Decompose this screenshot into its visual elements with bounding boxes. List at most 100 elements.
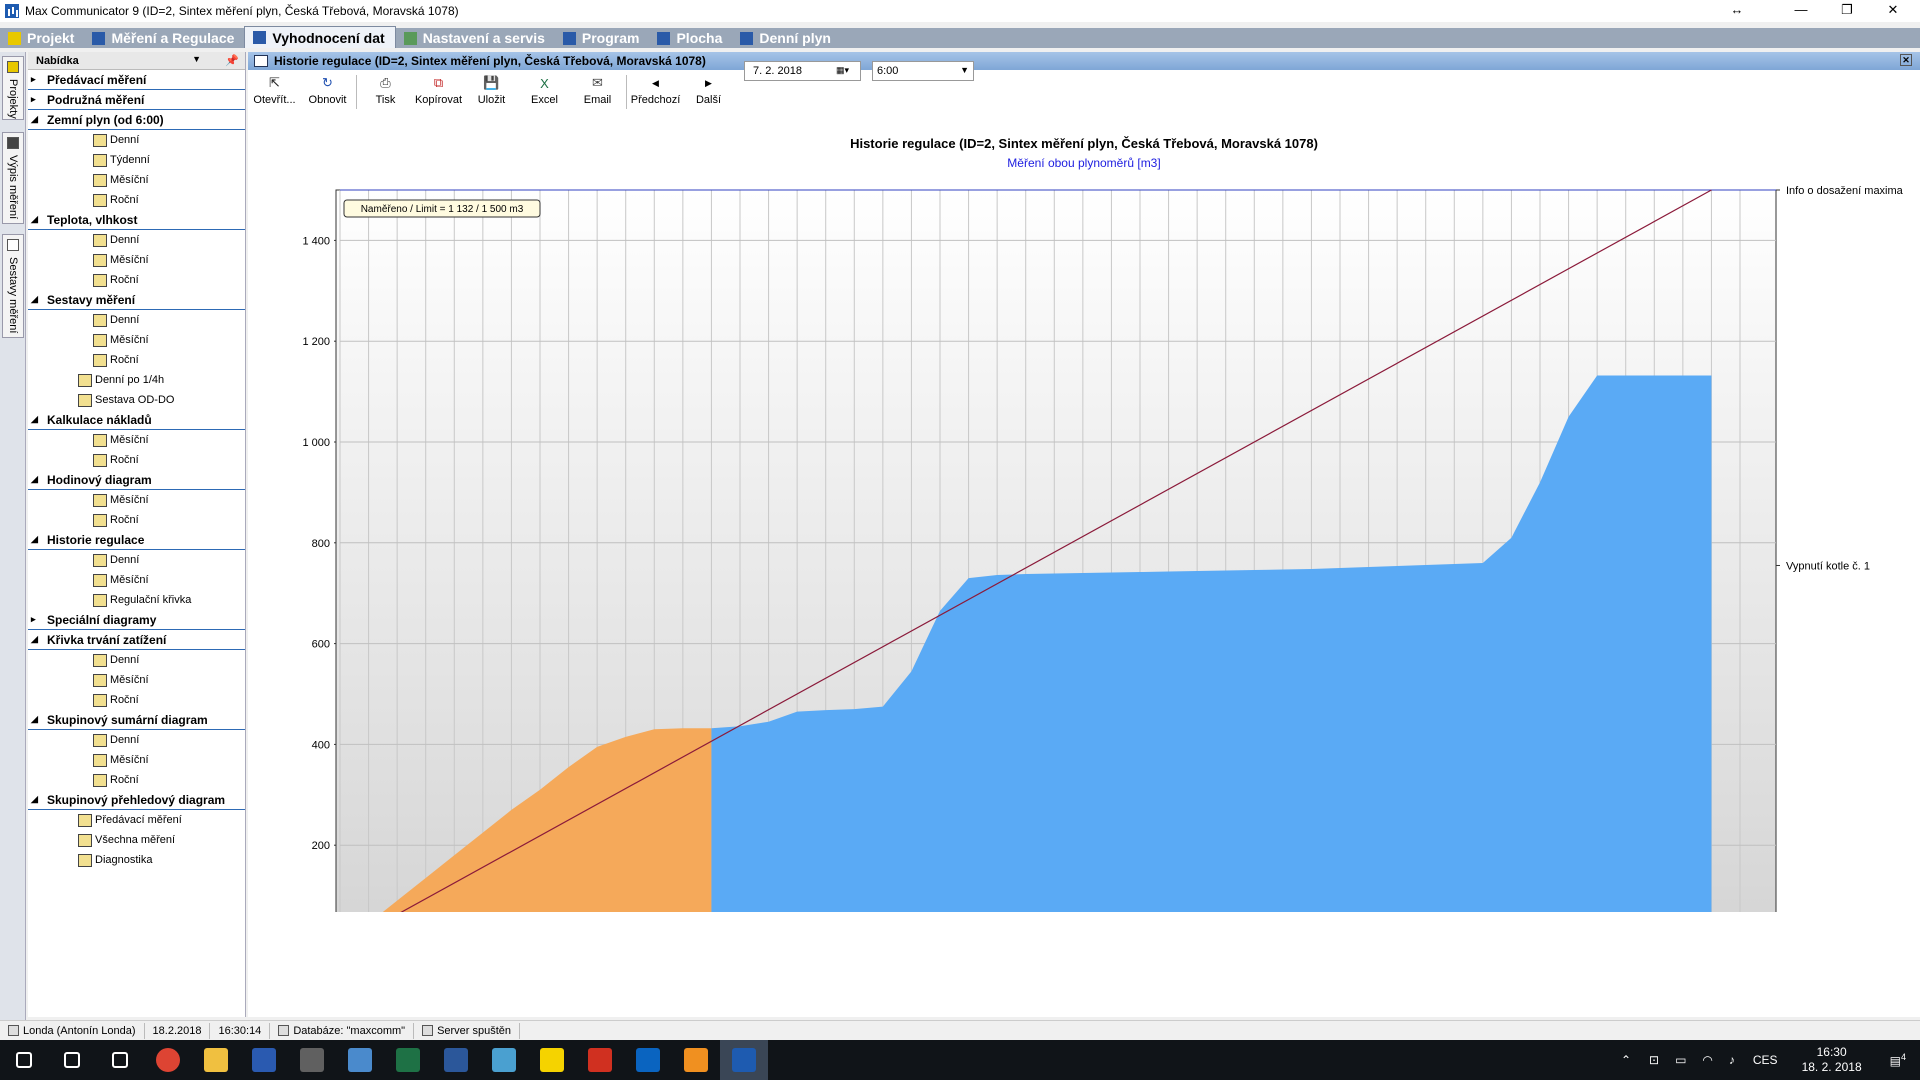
expanded-icon[interactable]: ◢: [31, 214, 47, 225]
expanded-icon[interactable]: ◢: [31, 294, 47, 305]
language-indicator[interactable]: CES: [1743, 1053, 1788, 1067]
menu-tab[interactable]: Program: [555, 28, 650, 48]
pdf-icon[interactable]: [576, 1040, 624, 1080]
sidebar-item[interactable]: Měsíční: [28, 430, 245, 450]
sidebar-item[interactable]: Roční: [28, 690, 245, 710]
report-icon: [93, 573, 107, 587]
sun-app-icon[interactable]: [672, 1040, 720, 1080]
expanded-icon[interactable]: ◢: [31, 534, 47, 545]
sidebar-item[interactable]: Roční: [28, 770, 245, 790]
sidebar-item[interactable]: Roční: [28, 190, 245, 210]
sidebar-item[interactable]: Měsíční: [28, 490, 245, 510]
sidebar-item[interactable]: Měsíční: [28, 750, 245, 770]
menu-tab[interactable]: Vyhodnocení dat: [244, 26, 396, 48]
calculator-icon[interactable]: [288, 1040, 336, 1080]
sidebar-section[interactable]: ▸ Předávací měření: [28, 70, 245, 90]
search-icon[interactable]: [48, 1040, 96, 1080]
sidebar-item[interactable]: Měsíční: [28, 670, 245, 690]
collapsed-icon[interactable]: ▸: [31, 94, 47, 105]
excel-app-icon[interactable]: [384, 1040, 432, 1080]
report-icon: [93, 273, 107, 287]
sidebar-item-label: Měsíční: [110, 254, 149, 266]
sidebar-item[interactable]: Roční: [28, 510, 245, 530]
task-view-icon[interactable]: [96, 1040, 144, 1080]
expanded-icon[interactable]: ◢: [31, 114, 47, 125]
menu-tab[interactable]: Denní plyn: [732, 28, 841, 48]
side-tab-projekty[interactable]: Projekty: [2, 56, 24, 120]
sidebar-item[interactable]: Roční: [28, 350, 245, 370]
sidebar-item[interactable]: Týdenní: [28, 150, 245, 170]
chevron-down-icon[interactable]: ▼: [192, 54, 201, 64]
menu-tab[interactable]: Plocha: [649, 28, 732, 48]
sidebar-section[interactable]: ▸ Podružná měření: [28, 90, 245, 110]
sidebar-item[interactable]: Denní: [28, 730, 245, 750]
sidebar-item[interactable]: Měsíční: [28, 330, 245, 350]
word-app-icon[interactable]: [432, 1040, 480, 1080]
sidebar-item[interactable]: Denní: [28, 130, 245, 150]
collapsed-icon[interactable]: ▸: [31, 614, 47, 625]
battery-icon[interactable]: ▭: [1667, 1053, 1694, 1067]
save-app-icon[interactable]: [240, 1040, 288, 1080]
menu-tab[interactable]: Měření a Regulace: [84, 28, 244, 48]
server-icon: [422, 1025, 434, 1036]
sidebar-section[interactable]: ▸ Speciální diagramy: [28, 610, 245, 630]
outlook-icon[interactable]: [624, 1040, 672, 1080]
sidebar-item[interactable]: Všechna měření: [28, 830, 245, 850]
resize-icon[interactable]: ↔: [1714, 0, 1760, 22]
sidebar-section[interactable]: ◢ Sestavy měření: [28, 290, 245, 310]
sidebar-section[interactable]: ◢ Křivka trvání zatížení: [28, 630, 245, 650]
sidebar-section[interactable]: ◢ Zemní plyn (od 6:00): [28, 110, 245, 130]
sidebar-section[interactable]: ◢ Historie regulace: [28, 530, 245, 550]
sidebar-item[interactable]: Měsíční: [28, 570, 245, 590]
sidebar-item[interactable]: Měsíční: [28, 250, 245, 270]
expanded-icon[interactable]: ◢: [31, 634, 47, 645]
windows-start-icon[interactable]: [0, 1040, 48, 1080]
expanded-icon[interactable]: ◢: [31, 794, 47, 805]
wifi-icon[interactable]: ◠: [1694, 1053, 1720, 1067]
menu-tab[interactable]: Nastavení a servis: [396, 28, 555, 48]
expanded-icon[interactable]: ◢: [31, 714, 47, 725]
sidebar-section[interactable]: ◢ Hodinový diagram: [28, 470, 245, 490]
sidebar-item[interactable]: Diagnostika: [28, 850, 245, 870]
sidebar-item[interactable]: Sestava OD-DO: [28, 390, 245, 410]
remote-desktop-icon[interactable]: [336, 1040, 384, 1080]
sidebar-item[interactable]: Denní po 1/4h: [28, 370, 245, 390]
sidebar-item[interactable]: Regulační křivka: [28, 590, 245, 610]
folder-icon[interactable]: [192, 1040, 240, 1080]
side-tab-label: Projekty: [7, 79, 19, 119]
sidebar-item[interactable]: Předávací měření: [28, 810, 245, 830]
collapsed-icon[interactable]: ▸: [31, 74, 47, 85]
side-tab-vypis[interactable]: Výpis měření: [2, 132, 24, 224]
maxcomm-app-icon[interactable]: [720, 1040, 768, 1080]
sidebar-item[interactable]: Denní: [28, 650, 245, 670]
sidebar-section[interactable]: ◢ Skupinový sumární diagram: [28, 710, 245, 730]
y-tick-label: 1 000: [302, 437, 330, 449]
minimize-button[interactable]: —: [1778, 0, 1824, 22]
sidebar-item[interactable]: Denní: [28, 230, 245, 250]
volume-icon[interactable]: ♪: [1721, 1053, 1743, 1067]
sidebar-item[interactable]: Denní: [28, 550, 245, 570]
chrome-icon[interactable]: [144, 1040, 192, 1080]
sidebar-section[interactable]: ◢ Skupinový přehledový diagram: [28, 790, 245, 810]
clock[interactable]: 16:30 18. 2. 2018: [1788, 1045, 1876, 1075]
sidebar-item[interactable]: Roční: [28, 450, 245, 470]
sidebar-section[interactable]: ◢ Kalkulace nákladů: [28, 410, 245, 430]
sidebar-item[interactable]: Denní: [28, 310, 245, 330]
sidebar-section[interactable]: ◢ Teplota, vlhkost: [28, 210, 245, 230]
close-button[interactable]: ✕: [1870, 0, 1916, 22]
expanded-icon[interactable]: ◢: [31, 474, 47, 485]
menu-tab-label: Program: [581, 30, 640, 46]
notes-app-icon[interactable]: [480, 1040, 528, 1080]
sidebar-item[interactable]: Roční: [28, 270, 245, 290]
menu-tab[interactable]: Projekt: [0, 28, 84, 48]
sidebar-item[interactable]: Měsíční: [28, 170, 245, 190]
network-icon[interactable]: ⊡: [1641, 1053, 1667, 1067]
restore-button[interactable]: ❐: [1824, 0, 1870, 22]
pin-icon[interactable]: 📌: [225, 54, 239, 67]
clock-date: 18. 2. 2018: [1801, 1060, 1862, 1074]
expanded-icon[interactable]: ◢: [31, 414, 47, 425]
side-tab-sestavy[interactable]: Sestavy měření: [2, 234, 24, 338]
notification-icon[interactable]: ▤4: [1876, 1052, 1920, 1068]
sticky-notes-icon[interactable]: [528, 1040, 576, 1080]
chevron-up-icon[interactable]: ⌃: [1611, 1053, 1641, 1067]
